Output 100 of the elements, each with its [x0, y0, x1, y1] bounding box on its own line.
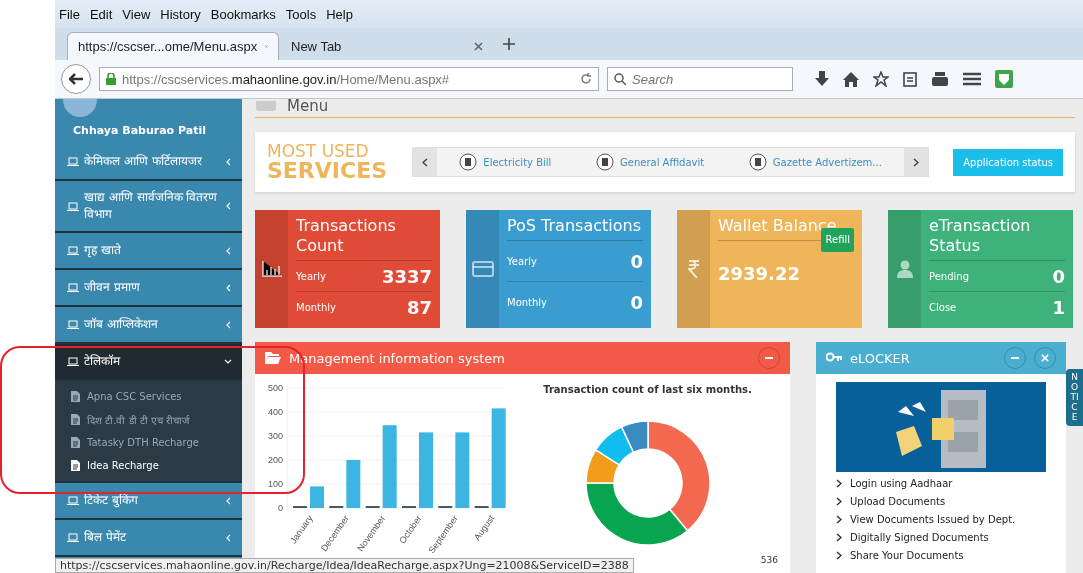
home-icon[interactable]	[843, 71, 859, 87]
book-icon	[596, 153, 614, 171]
book-icon	[459, 153, 478, 171]
stat-label: Monthly	[296, 301, 337, 313]
stat-label: Monthly	[507, 296, 548, 308]
chevron-down-icon	[224, 357, 232, 366]
document-icon	[71, 391, 80, 402]
chevron-left-icon	[224, 202, 232, 210]
laptop-icon	[67, 357, 79, 366]
stat-value: 87	[406, 296, 432, 318]
panel-title: MOST USED	[267, 142, 370, 160]
laptop-icon	[67, 201, 79, 211]
menu-item[interactable]: Edit	[89, 6, 113, 22]
panel-title: SERVICES	[267, 159, 389, 182]
clipboard-icon[interactable]	[903, 71, 917, 87]
chevron-left-icon	[224, 246, 232, 255]
browser-tab[interactable]: New Tab	[291, 38, 342, 54]
laptop-icon	[67, 320, 79, 329]
rupee-icon	[687, 260, 700, 278]
balance-value: 2939.22	[718, 263, 801, 284]
avatar-placeholder	[63, 99, 97, 117]
bar-chart-icon	[261, 261, 282, 277]
reload-icon[interactable]	[580, 73, 592, 85]
axis-tick-label: 200	[267, 455, 283, 465]
lock-icon	[106, 73, 116, 85]
menu-item[interactable]: History	[160, 6, 201, 22]
axis-tick-label: 400	[267, 407, 283, 417]
laptop-icon	[67, 157, 79, 166]
menu-item[interactable]: File	[59, 6, 80, 22]
sidebar-item[interactable]: टेलिकॉम	[55, 344, 242, 381]
menu-item[interactable]: Help	[326, 6, 353, 22]
chart-bar	[346, 460, 361, 508]
elocker-link[interactable]: View Documents Issued by Dept.	[850, 514, 1016, 525]
close-icon	[1041, 354, 1049, 362]
menu-item[interactable]: Tools	[285, 6, 317, 22]
menu-item[interactable]: Bookmarks	[210, 6, 276, 22]
menu-icon[interactable]	[963, 72, 981, 86]
notice-tab[interactable]: NOTICE	[1066, 369, 1083, 427]
laptop-icon	[67, 283, 79, 292]
stat-label: Yearly	[296, 270, 326, 282]
stat-label: Pending	[929, 270, 969, 282]
shield-icon[interactable]	[995, 70, 1013, 88]
axis-tick-label: 300	[267, 431, 283, 441]
stat-value: 0	[630, 291, 643, 313]
chevron-left-icon	[224, 496, 232, 505]
elocker-link[interactable]: Share Your Documents	[850, 550, 964, 561]
search-field[interactable]: Search	[607, 67, 793, 91]
page-title: Menu	[287, 99, 329, 113]
back-arrow-icon	[69, 73, 83, 85]
document-icon	[71, 437, 80, 448]
chevron-left-icon	[224, 533, 232, 542]
stat-value: 0	[630, 250, 643, 272]
minus-icon	[1011, 357, 1019, 359]
chevron-left-icon	[224, 320, 232, 329]
donut-slice	[594, 426, 634, 466]
credit-card-icon	[471, 261, 494, 277]
stat-value: 1	[1052, 296, 1065, 318]
chart-title: Transaction count of last six months.	[543, 384, 752, 395]
search-icon	[614, 73, 626, 85]
page-icon	[255, 101, 277, 113]
document-icon	[71, 414, 80, 425]
key-icon	[826, 352, 842, 364]
axis-tick-label: 0	[278, 503, 283, 513]
back-button[interactable]	[61, 64, 91, 94]
stat-label: Yearly	[507, 255, 537, 267]
folder-icon	[265, 352, 281, 364]
laptop-icon	[67, 496, 79, 505]
star-icon[interactable]	[873, 71, 889, 87]
card-title: PoS Transactions	[507, 216, 641, 235]
elocker-link[interactable]: Digitally Signed Documents	[850, 532, 989, 543]
user-name: Chhaya Baburao Patil	[72, 123, 207, 139]
chevron-left-icon	[224, 283, 232, 292]
stat-value: 0	[1052, 265, 1065, 287]
chart-bar	[310, 486, 324, 508]
menu-item[interactable]: View	[122, 6, 151, 22]
address-field[interactable]: https://cscservices.mahaonline.gov.in/Home/Menu.aspx#	[99, 67, 599, 91]
close-icon[interactable]	[474, 41, 483, 51]
footer-number: 536	[760, 555, 778, 565]
chevron-right-icon	[913, 157, 920, 167]
elocker-link[interactable]: Upload Documents	[850, 496, 946, 507]
stat-label: Close	[929, 301, 957, 313]
axis-tick-label: 500	[267, 383, 283, 393]
submenu-item[interactable]: Tatasky DTH Recharge	[55, 431, 242, 454]
stat-value: 3337	[381, 265, 432, 287]
panel-title: Management information system	[289, 350, 506, 366]
submenu-item[interactable]: Apna CSC Services	[55, 385, 242, 408]
submenu-item[interactable]: दिश टी.वी डी टी एच रीचार्ज	[55, 408, 242, 431]
card-title: Transactions Count	[296, 216, 396, 255]
status-url-tooltip: https://cscservices.mahaonline.gov.in/Recharge/Idea/IdeaRecharge.aspx?Ung=21008&ServiceID=2388	[55, 558, 634, 573]
panel-title: eLOCKER	[850, 350, 911, 366]
elocker-link[interactable]: Login using Aadhaar	[850, 478, 953, 489]
plus-icon[interactable]	[503, 38, 515, 50]
person-icon	[895, 260, 914, 278]
axis-tick-label: 100	[267, 479, 283, 489]
chevron-left-icon	[422, 157, 428, 167]
document-icon	[71, 460, 80, 471]
submenu-item[interactable]: Idea Recharge	[55, 454, 242, 477]
card-title: eTransaction Status	[929, 216, 1031, 255]
download-icon[interactable]	[815, 71, 829, 87]
minus-icon	[765, 357, 773, 359]
